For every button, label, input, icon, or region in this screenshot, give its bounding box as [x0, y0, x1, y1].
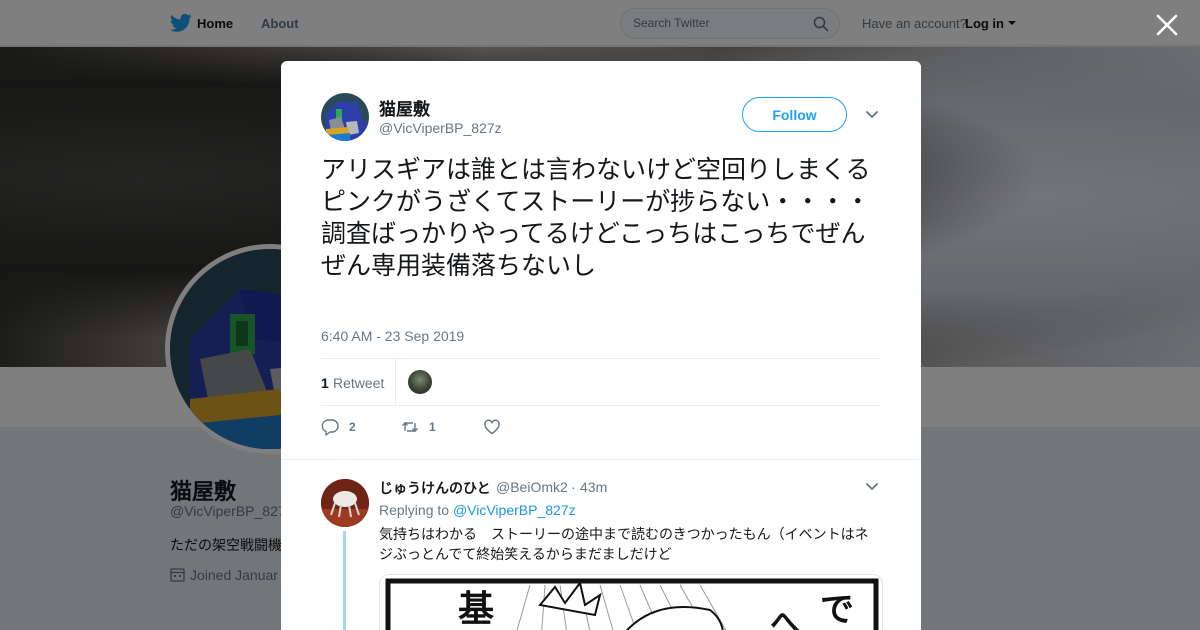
- heart-icon: [484, 419, 500, 435]
- tweet-author-name[interactable]: 猫屋敷: [379, 95, 430, 120]
- close-icon[interactable]: [1154, 12, 1180, 38]
- manga-panel-image: 基 で へ: [385, 578, 879, 630]
- robot-avatar-image: [321, 93, 369, 141]
- reply-author-avatar[interactable]: [321, 479, 369, 527]
- reply-text: 気持ちはわかる ストーリーの途中まで読むのきつかったもん（イベントはネジぶっとん…: [379, 527, 869, 563]
- tweet-modal: 猫屋敷 @VicViperBP_827z Follow アリスギアは誰とは言わな…: [281, 61, 921, 630]
- retweet-action-count: 1: [429, 420, 436, 434]
- reply-time[interactable]: 43m: [580, 479, 607, 495]
- svg-text:基: 基: [458, 588, 494, 630]
- reply-media-image[interactable]: 基 で へ: [379, 574, 883, 630]
- follow-button[interactable]: Follow: [742, 97, 847, 132]
- chevron-down-icon[interactable]: [865, 109, 879, 119]
- reply-button[interactable]: 2: [321, 418, 356, 436]
- tweet-stats: 1 Retweet: [321, 358, 881, 406]
- tweet-author-avatar[interactable]: [321, 93, 369, 141]
- reply-separator: ·: [571, 479, 576, 495]
- reply-author-name[interactable]: じゅうけんのひと: [379, 478, 491, 498]
- chevron-down-icon[interactable]: [865, 481, 879, 491]
- retweet-icon: [402, 422, 418, 432]
- retweet-label[interactable]: Retweet: [333, 375, 384, 391]
- retweeter-avatar[interactable]: [408, 370, 432, 394]
- retweet-count[interactable]: 1: [321, 375, 329, 391]
- tweet-text: アリスギアは誰とは言わないけど空回りしまくるピンクがうざくてストーリーが捗らない…: [321, 155, 871, 280]
- reply-author-handle[interactable]: @BeiOmk2: [496, 479, 568, 495]
- like-button[interactable]: [483, 418, 501, 436]
- figure-avatar-image: [321, 479, 369, 527]
- reply-icon: [321, 419, 339, 436]
- replying-to-link[interactable]: @VicViperBP_827z: [453, 502, 576, 518]
- thread-line: [343, 531, 346, 630]
- tweet-author-handle[interactable]: @VicViperBP_827z: [379, 120, 502, 136]
- svg-text:へ: へ: [770, 606, 800, 630]
- replying-to: Replying to @VicViperBP_827z: [379, 502, 576, 518]
- svg-text:で: で: [820, 590, 854, 630]
- tweet-timestamp[interactable]: 6:40 AM - 23 Sep 2019: [321, 328, 464, 344]
- retweet-button[interactable]: 1: [401, 418, 436, 436]
- replying-prefix: Replying to: [379, 502, 450, 518]
- section-divider: [281, 459, 921, 460]
- reply-count: 2: [349, 420, 356, 434]
- stats-divider: [395, 359, 396, 405]
